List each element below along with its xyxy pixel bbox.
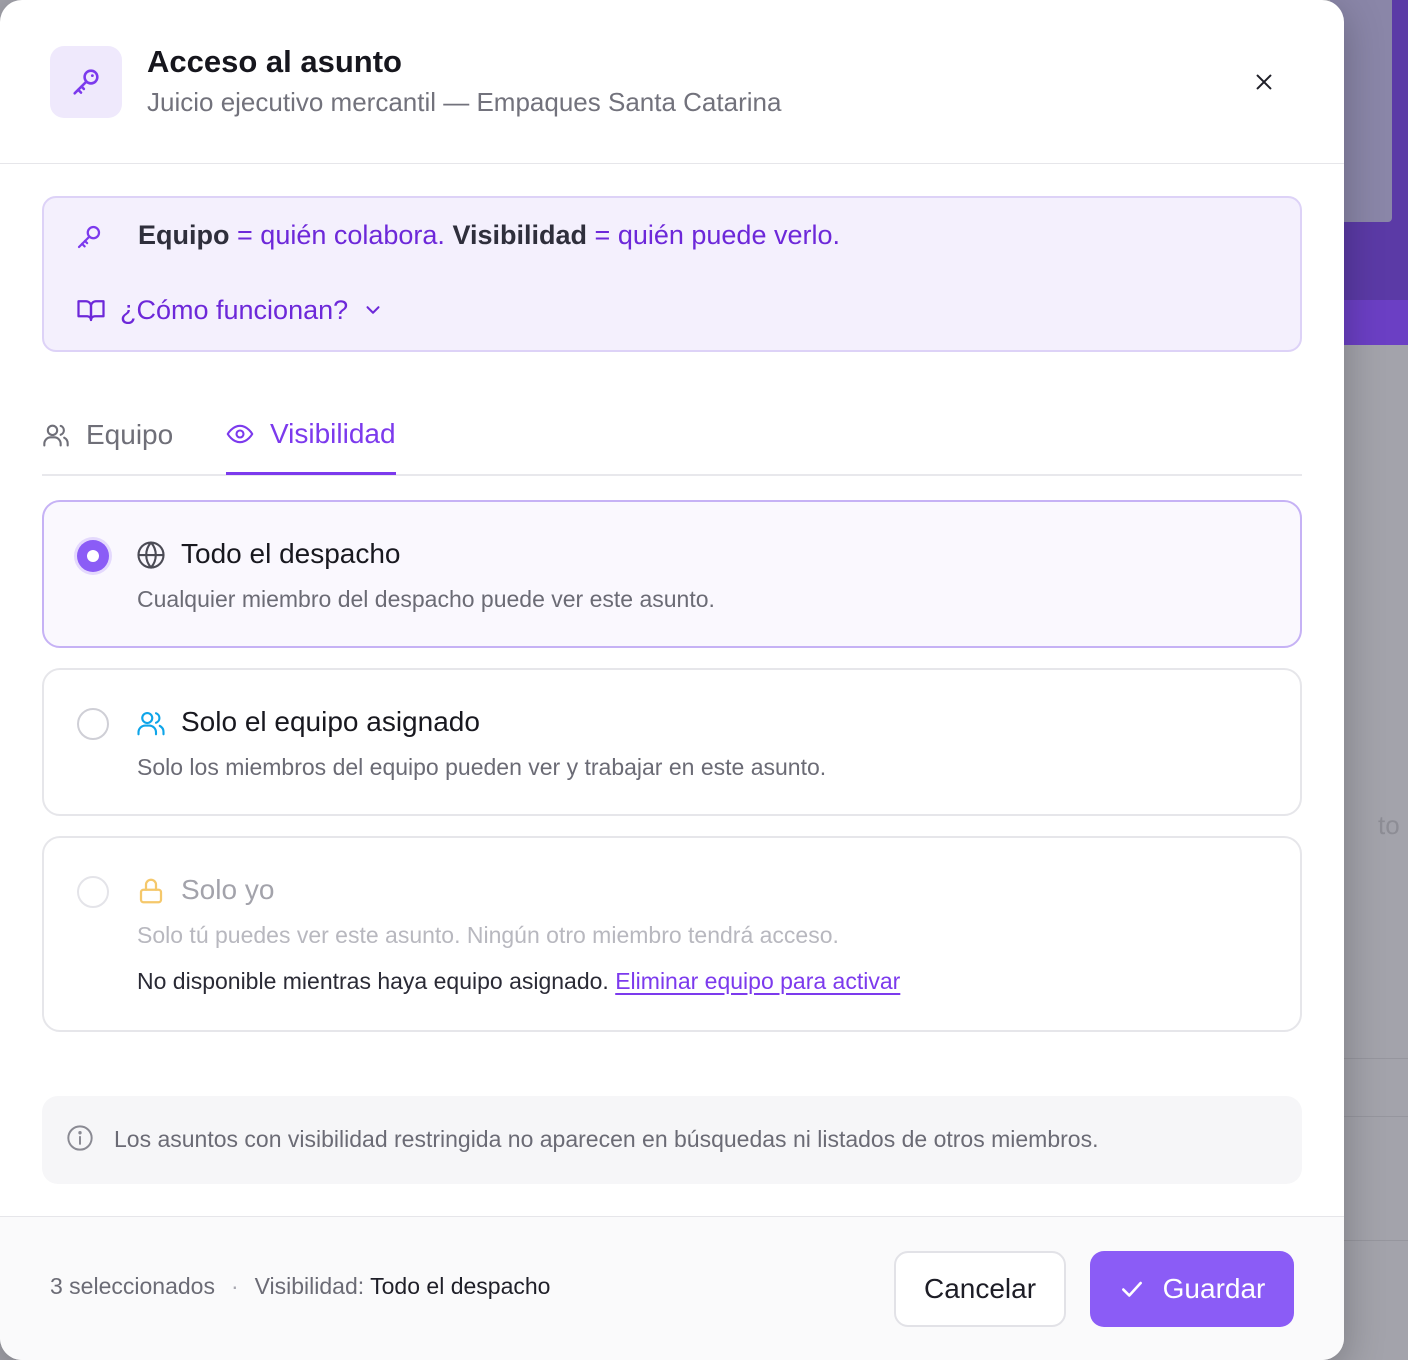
modal-subtitle: Juicio ejecutivo mercantil — Empaques Sa…: [147, 87, 782, 117]
notice-text: Los asuntos con visibilidad restringida …: [114, 1126, 1099, 1152]
background-divider: [1344, 1058, 1408, 1059]
option-disabled-note: No disponible mientras haya equipo asign…: [137, 968, 900, 995]
key-icon: [50, 46, 122, 118]
team-term: Equipo: [138, 220, 230, 250]
info-icon: [67, 1125, 93, 1151]
users-icon: [137, 711, 165, 736]
background-text: to: [1378, 810, 1400, 840]
selected-count: 3 seleccionados: [50, 1273, 215, 1299]
cancel-button[interactable]: Cancelar: [894, 1251, 1066, 1327]
modal-footer: 3 seleccionados · Visibilidad: Todo el des…: [0, 1216, 1344, 1360]
key-icon: [74, 222, 104, 257]
radio-button[interactable]: [77, 540, 109, 572]
disabled-reason: No disponible mientras haya equipo asign…: [137, 968, 609, 994]
separator: ·: [230, 1273, 239, 1299]
option-description: Solo los miembros del equipo pueden ver …: [137, 754, 827, 780]
option-title: Solo yo: [181, 874, 275, 905]
equals-sign: =: [237, 220, 253, 250]
tab-bar: Equipo Visibilidad: [42, 396, 1302, 476]
users-icon: [43, 424, 69, 447]
check-icon: [1121, 1281, 1142, 1297]
explainer-box: Equipo = quién colabora. Visibilidad = q…: [42, 196, 1302, 352]
equals-sign: =: [594, 220, 611, 250]
option-description: Solo tú puedes ver este asunto. Ningún o…: [137, 922, 839, 948]
option-title: Solo el equipo asignado: [181, 706, 480, 737]
team-definition: quién colabora.: [260, 220, 445, 250]
chevron-down-icon: [366, 306, 380, 314]
footer-status: 3 seleccionados · Visibilidad: Todo el des…: [50, 1273, 550, 1300]
save-button[interactable]: Guardar: [1090, 1251, 1294, 1327]
tab-label: Equipo: [86, 419, 174, 450]
option-title: Todo el despacho: [181, 538, 401, 569]
eye-icon: [226, 424, 254, 444]
close-icon: [1256, 74, 1272, 90]
explainer-text: Equipo = quién colabora. Visibilidad = q…: [138, 220, 840, 251]
modal-header: Acceso al asunto Juicio ejecutivo mercan…: [0, 0, 1344, 164]
radio-button[interactable]: [77, 876, 109, 908]
lock-icon: [139, 878, 163, 904]
save-label: Guardar: [1162, 1273, 1266, 1304]
how-it-works-toggle[interactable]: ¿Cómo funcionan?: [76, 290, 384, 330]
globe-icon: [137, 541, 165, 569]
radio-button[interactable]: [77, 708, 109, 740]
tab-label: Visibilidad: [270, 418, 396, 449]
modal-title: Acceso al asunto: [147, 44, 402, 79]
visibility-option-all[interactable]: Todo el despacho Cualquier miembro del d…: [42, 500, 1302, 648]
close-button[interactable]: [1244, 62, 1284, 102]
visibility-label: Visibilidad:: [254, 1273, 365, 1299]
background-divider: [1344, 1116, 1408, 1117]
tab-equipo[interactable]: Equipo: [42, 396, 173, 474]
tab-visibilidad[interactable]: Visibilidad: [226, 396, 396, 475]
how-it-works-label: ¿Cómo funcionan?: [120, 294, 349, 325]
book-icon: [77, 300, 105, 322]
option-description: Cualquier miembro del despacho puede ver…: [137, 586, 715, 612]
access-modal: Acceso al asunto Juicio ejecutivo mercan…: [0, 0, 1344, 1360]
visibility-option-only-me[interactable]: Solo yo Solo tú puedes ver este asunto. …: [42, 836, 1302, 1032]
visibility-definition: quién puede verlo.: [617, 220, 840, 250]
remove-team-link[interactable]: Eliminar equipo para activar: [615, 968, 900, 994]
visibility-term: Visibilidad: [452, 220, 587, 250]
info-notice: Los asuntos con visibilidad restringida …: [42, 1096, 1302, 1184]
background-divider: [1344, 1240, 1408, 1241]
visibility-option-team[interactable]: Solo el equipo asignado Solo los miembro…: [42, 668, 1302, 816]
visibility-value: Todo el despacho: [370, 1273, 551, 1299]
